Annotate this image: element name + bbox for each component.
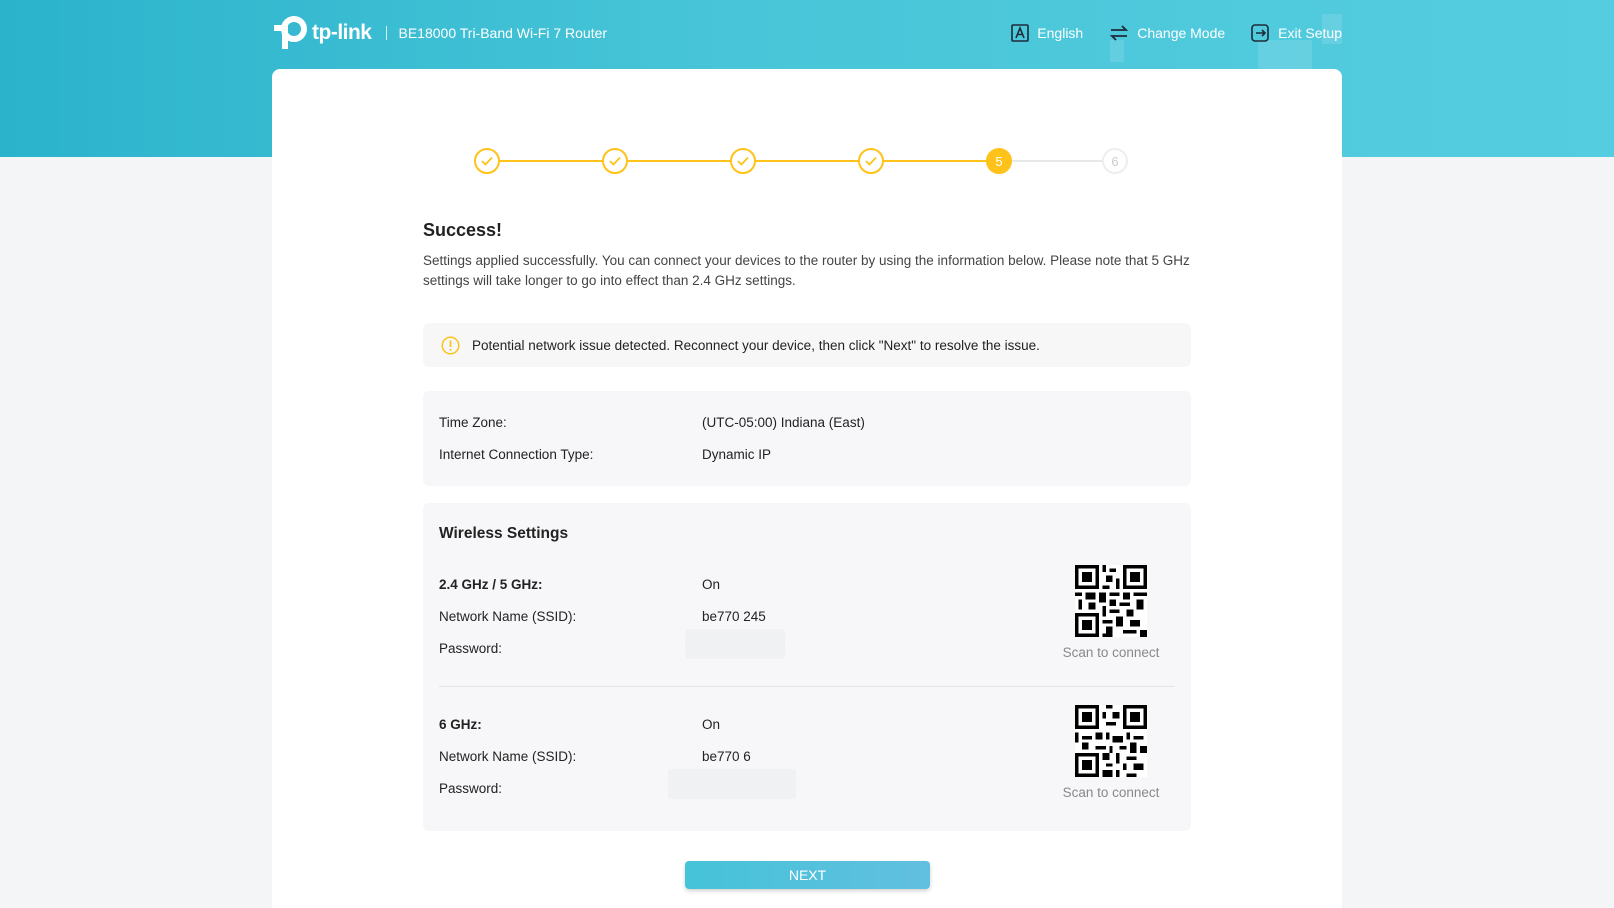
band2-password-masked xyxy=(668,769,796,799)
connection-summary: Time Zone: (UTC-05:00) Indiana (East) In… xyxy=(423,391,1191,486)
check-icon xyxy=(481,156,493,166)
wireless-settings-title: Wireless Settings xyxy=(439,525,569,542)
network-warning-banner: Potential network issue detected. Reconn… xyxy=(423,323,1191,367)
step-2 xyxy=(602,148,628,174)
band2-label: 6 GHz: xyxy=(439,717,482,732)
tp-link-logo-icon xyxy=(274,16,307,49)
qr-code-icon xyxy=(1075,565,1147,637)
swap-icon xyxy=(1110,25,1129,41)
band2-ssid-value: be770 6 xyxy=(702,749,751,764)
connection-type-value: Dynamic IP xyxy=(702,447,772,462)
band1-qr-caption: Scan to connect xyxy=(1062,645,1160,660)
change-mode-label: Change Mode xyxy=(1137,25,1226,41)
step-6: 6 xyxy=(1102,148,1128,174)
step-5: 5 xyxy=(986,148,1012,174)
step-4 xyxy=(858,148,884,174)
check-icon xyxy=(609,156,621,166)
page-description: Settings applied successfully. You can c… xyxy=(423,253,1190,288)
band1-password-masked xyxy=(685,629,785,659)
language-selector[interactable]: English xyxy=(1011,24,1083,42)
warning-icon xyxy=(441,335,460,355)
band1-ssid-value: be770 245 xyxy=(702,609,766,624)
timezone-value: (UTC-05:00) Indiana (East) xyxy=(702,415,865,430)
qr-code-icon xyxy=(1075,705,1147,777)
warning-text: Potential network issue detected. Reconn… xyxy=(472,337,1040,353)
header-actions: English Change Mode Exit Setup xyxy=(1011,24,1342,42)
band1-qr: Scan to connect xyxy=(1056,565,1166,660)
language-icon xyxy=(1011,24,1030,42)
progress-stepper: 5 6 xyxy=(474,148,1128,174)
header-separator xyxy=(385,26,387,40)
band1-label: 2.4 GHz / 5 GHz: xyxy=(439,577,543,592)
timezone-label: Time Zone: xyxy=(439,415,507,430)
band1-ssid-label: Network Name (SSID): xyxy=(439,609,577,624)
band1-status: On xyxy=(702,577,721,592)
router-model: BE18000 Tri-Band Wi-Fi 7 Router xyxy=(398,25,608,41)
exit-icon xyxy=(1251,24,1269,42)
band2-status: On xyxy=(702,717,721,732)
exit-setup-label: Exit Setup xyxy=(1278,25,1342,41)
band2-password-label: Password: xyxy=(439,781,503,796)
logo-text: tp-link xyxy=(312,21,372,44)
wireless-settings-panel: Wireless Settings 2.4 GHz / 5 GHz: On Ne… xyxy=(423,503,1191,831)
stepper-line-pending xyxy=(999,160,1115,162)
page-title: Success! xyxy=(423,220,503,240)
band2-qr-caption: Scan to connect xyxy=(1062,785,1160,800)
tp-link-logo[interactable]: tp-link xyxy=(272,15,372,51)
language-label: English xyxy=(1037,25,1084,41)
next-button[interactable]: NEXT xyxy=(685,861,930,889)
band2-qr: Scan to connect xyxy=(1056,705,1166,800)
check-icon xyxy=(865,156,877,166)
change-mode-button[interactable]: Change Mode xyxy=(1109,25,1225,41)
top-header: tp-link BE18000 Tri-Band Wi-Fi 7 Router … xyxy=(272,10,1342,56)
step-3 xyxy=(730,148,756,174)
step-1 xyxy=(474,148,500,174)
connection-type-label: Internet Connection Type: xyxy=(439,447,594,462)
exit-setup-button[interactable]: Exit Setup xyxy=(1251,24,1342,42)
band-divider xyxy=(439,686,1175,687)
check-icon xyxy=(737,156,749,166)
band2-ssid-label: Network Name (SSID): xyxy=(439,749,577,764)
band1-password-label: Password: xyxy=(439,641,503,656)
